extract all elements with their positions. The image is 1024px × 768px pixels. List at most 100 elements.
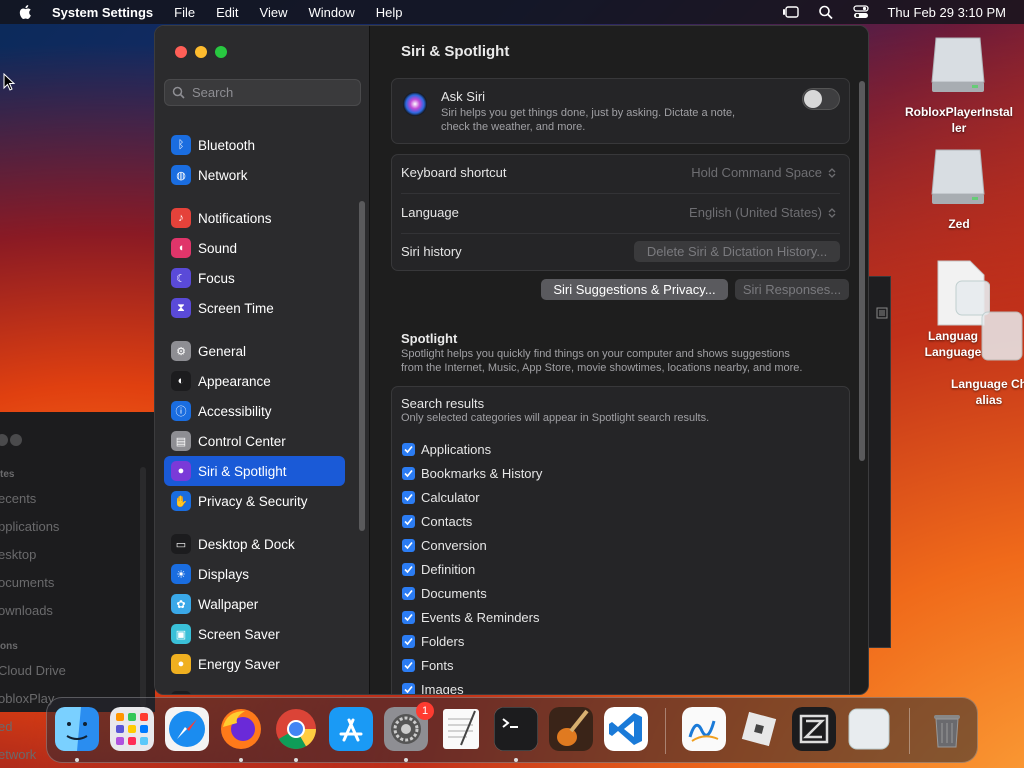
language-select[interactable]: English (United States) [689,205,837,220]
sidebar-item-siri-spotlight[interactable]: ● Siri & Spotlight [164,456,345,486]
checkbox[interactable] [402,586,415,600]
preview-icon[interactable] [847,707,891,751]
menu-app-name[interactable]: System Settings [52,5,153,20]
finder-sidebar-item[interactable]: esktop [0,547,36,562]
menu-clock[interactable]: Thu Feb 29 3:10 PM [887,5,1006,20]
safari-icon[interactable] [165,707,209,751]
bulb-icon: ● [171,654,191,674]
sidebar-item-appearance[interactable]: ◐ Appearance [164,366,345,396]
checkbox[interactable] [402,610,415,624]
desktop-icon-label[interactable]: RobloxPlayerInstal ler [900,104,1018,136]
keyboard-shortcut-select[interactable]: Hold Command Space [691,165,837,180]
finder-sidebar-item[interactable]: ed [0,719,12,734]
textedit-icon[interactable] [439,707,483,751]
search-category-row[interactable]: Definition [402,559,475,579]
checkbox[interactable] [402,634,415,648]
siri-responses-button[interactable]: Siri Responses... [735,279,849,300]
desktop-icon-label[interactable]: Language Ch alias [944,376,1024,408]
zed-icon[interactable] [792,707,836,751]
checkbox[interactable] [402,466,415,480]
finder-scrollbar[interactable] [140,467,146,707]
sidebar-item-desktop-dock[interactable]: ▭ Desktop & Dock [164,529,345,559]
disk-image-icon[interactable] [928,146,988,208]
finder-icon[interactable] [55,707,99,751]
sidebar-item-focus[interactable]: ☾ Focus [164,263,345,293]
search-category-row[interactable]: Images [402,679,464,694]
stage-manager-icon[interactable] [782,4,800,20]
chrome-icon[interactable] [274,707,318,751]
menu-file[interactable]: File [174,5,195,20]
close-window-button[interactable] [175,46,187,58]
finder-sidebar-item[interactable]: pplications [0,519,59,534]
menu-edit[interactable]: Edit [216,5,238,20]
search-category-row[interactable]: Calculator [402,487,480,507]
minimize-window-button[interactable] [195,46,207,58]
finder-sidebar-item[interactable]: ownloads [0,603,53,618]
sidebar-item-control-center[interactable]: ▤ Control Center [164,426,345,456]
firefox-icon[interactable] [219,707,263,751]
checkmark-icon [404,541,413,549]
garageband-icon[interactable] [549,707,593,751]
search-category-row[interactable]: Bookmarks & History [402,463,542,483]
roblox-icon[interactable] [737,707,781,751]
search-category-row[interactable]: Fonts [402,655,454,675]
menu-window[interactable]: Window [308,5,354,20]
checkbox[interactable] [402,562,415,576]
freeform-icon[interactable] [682,707,726,751]
checkbox[interactable] [402,442,415,456]
finder-sidebar-item[interactable]: ecents [0,491,36,506]
search-category-row[interactable]: Folders [402,631,464,651]
menu-view[interactable]: View [260,5,288,20]
sidebar-item-screen-time[interactable]: ⧗ Screen Time [164,293,345,323]
search-category-row[interactable]: Applications [402,439,491,459]
finder-sidebar-item[interactable]: Cloud Drive [0,663,66,678]
sidebar-scrollbar[interactable] [359,201,365,531]
checkbox[interactable] [402,682,415,694]
trash-icon[interactable] [925,707,969,751]
apple-logo-icon[interactable] [18,4,34,20]
launchpad-icon[interactable] [110,707,154,751]
sidebar-item-energy-saver[interactable]: ● Energy Saver [164,649,345,679]
checkbox[interactable] [402,658,415,672]
zoom-window-button[interactable] [215,46,227,58]
main-scrollbar[interactable] [859,81,865,461]
siri-suggestions-privacy-button[interactable]: Siri Suggestions & Privacy... [541,279,728,300]
search-category-row[interactable]: Conversion [402,535,487,555]
sidebar-item-label: Screen Saver [198,626,280,642]
checkmark-icon [404,637,413,645]
app-store-icon[interactable] [329,707,373,751]
sidebar-item-sound[interactable]: ◖ Sound [164,233,345,263]
search-category-row[interactable]: Events & Reminders [402,607,540,627]
finder-sidebar-item[interactable]: obloxPlay [0,691,54,706]
sidebar-item-accessibility[interactable]: ⓘ Accessibility [164,396,345,426]
desktop-icon-label[interactable]: Zed [900,216,1018,232]
sidebar-item-privacy-security[interactable]: ✋ Privacy & Security [164,486,345,516]
search-category-row[interactable]: Documents [402,583,487,603]
sidebar-item-notifications[interactable]: ♪ Notifications [164,203,345,233]
menu-help[interactable]: Help [376,5,403,20]
checkbox[interactable] [402,514,415,528]
finder-sidebar-item[interactable]: ocuments [0,575,54,590]
sidebar-item-wallpaper[interactable]: ✿ Wallpaper [164,589,345,619]
row-divider [401,233,840,234]
sidebar-item-lock-screen[interactable]: ▮ Lock Screen [164,686,345,694]
terminal-icon[interactable] [494,707,538,751]
sidebar-item-network[interactable]: ◍ Network [164,160,345,190]
ask-siri-toggle[interactable] [802,88,840,110]
background-window[interactable] [866,276,891,648]
sidebar-item-bluetooth[interactable]: ᛒ Bluetooth [164,130,345,160]
disk-image-icon[interactable] [928,34,988,96]
sidebar-search-input[interactable]: Search [164,79,361,106]
vscode-icon[interactable] [604,707,648,751]
spotlight-search-icon[interactable] [817,4,835,20]
delete-siri-history-button[interactable]: Delete Siri & Dictation History... [634,241,840,262]
sidebar-item-screen-saver[interactable]: ▣ Screen Saver [164,619,345,649]
control-center-icon[interactable] [852,4,870,20]
search-category-row[interactable]: Contacts [402,511,472,531]
sidebar-item-general[interactable]: ⚙ General [164,336,345,366]
alias-icon[interactable] [980,310,1024,362]
finder-sidebar-item[interactable]: etwork [0,747,36,762]
sidebar-item-displays[interactable]: ☀ Displays [164,559,345,589]
checkbox[interactable] [402,490,415,504]
checkbox[interactable] [402,538,415,552]
